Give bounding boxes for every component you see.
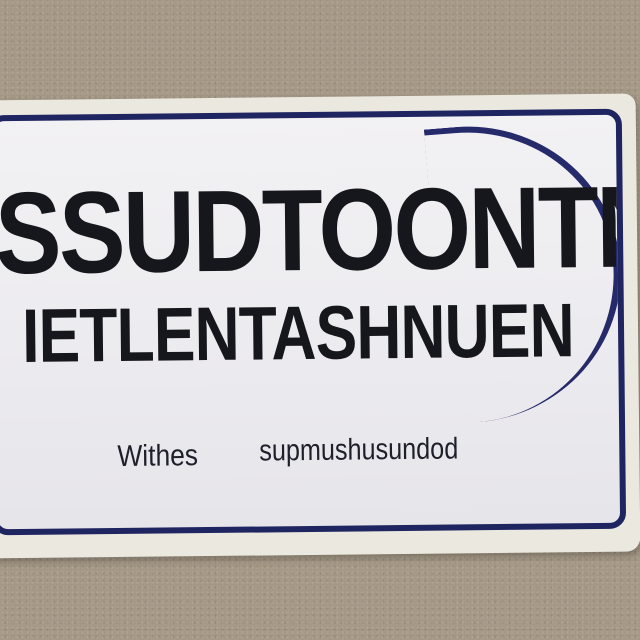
sign-board: SSUDTOONTN IETLENTASHNUEN Withes supmush… (0, 93, 640, 559)
sign-subheadline: IETLENTASHNUEN (21, 288, 575, 379)
sign-face: SSUDTOONTN IETLENTASHNUEN Withes supmush… (0, 108, 627, 536)
sign-headline: SSUDTOONTN (0, 161, 627, 299)
sign-footer-right: supmushusundod (259, 432, 459, 468)
sign-footer-left: Withes (117, 439, 199, 473)
